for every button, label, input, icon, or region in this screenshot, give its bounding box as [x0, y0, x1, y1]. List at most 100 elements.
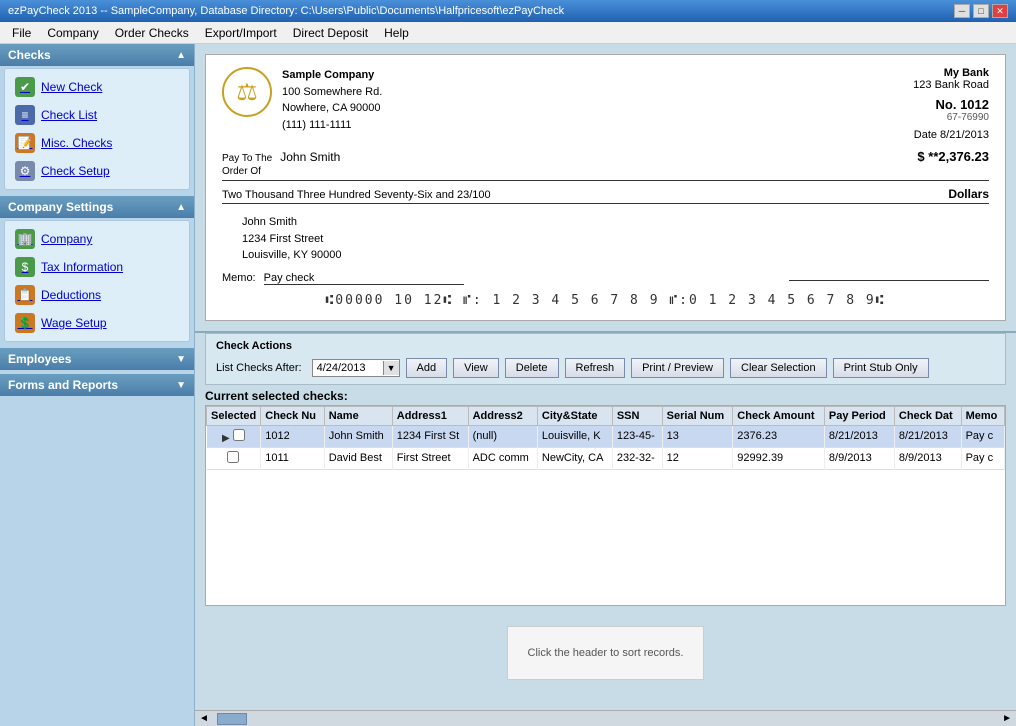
cell-serial-num: 13 [662, 425, 733, 447]
minimize-button[interactable]: ─ [954, 4, 970, 18]
cell-name: John Smith [324, 425, 392, 447]
table-title: Current selected checks: [205, 385, 1006, 405]
sidebar-item-check-setup[interactable]: ⚙ Check Setup [9, 157, 185, 185]
cell-check-amount: 2376.23 [733, 425, 825, 447]
horizontal-scrollbar[interactable]: ◄ ► [195, 710, 1016, 726]
menu-company[interactable]: Company [39, 24, 106, 42]
check-list-icon: ≡ [15, 105, 35, 125]
col-address1[interactable]: Address1 [392, 406, 468, 425]
col-city-state[interactable]: City&State [537, 406, 612, 425]
col-ssn[interactable]: SSN [612, 406, 662, 425]
cell-pay-period: 8/9/2013 [824, 447, 894, 469]
signature-line [789, 280, 989, 281]
col-check-amount[interactable]: Check Amount [733, 406, 825, 425]
cell-check-num: 1012 [261, 425, 324, 447]
sidebar-item-deductions[interactable]: 📋 Deductions [9, 281, 185, 309]
view-button[interactable]: View [453, 358, 499, 378]
sidebar-company-settings-header[interactable]: Company Settings ▲ [0, 196, 194, 218]
sidebar-forms-reports-header[interactable]: Forms and Reports ▼ [0, 374, 194, 396]
sidebar-checks-header[interactable]: Checks ▲ [0, 44, 194, 66]
table-area: Current selected checks: Selected Check … [195, 385, 1016, 711]
col-serial-num[interactable]: Serial Num [662, 406, 733, 425]
tax-icon: $ [15, 257, 35, 277]
company-info: Sample Company 100 Somewhere Rd. Nowhere… [282, 67, 382, 133]
col-address2[interactable]: Address2 [468, 406, 537, 425]
menu-file[interactable]: File [4, 24, 39, 42]
print-stub-only-button[interactable]: Print Stub Only [833, 358, 929, 378]
menu-order-checks[interactable]: Order Checks [107, 24, 197, 42]
payee-address: John Smith 1234 First Street Louisville,… [222, 214, 989, 264]
window-controls[interactable]: ─ □ ✕ [954, 4, 1008, 18]
sidebar: Checks ▲ ✔ New Check ≡ Check List 📝 Misc… [0, 44, 195, 726]
current-row-arrow: ▶ [222, 433, 230, 444]
chevron-up-icon-2: ▲ [176, 202, 186, 213]
menu-direct-deposit[interactable]: Direct Deposit [285, 24, 376, 42]
sidebar-item-check-list[interactable]: ≡ Check List [9, 101, 185, 129]
delete-button[interactable]: Delete [505, 358, 559, 378]
amount-words-row: Two Thousand Three Hundred Seventy-Six a… [222, 187, 989, 204]
payee-name: John Smith [280, 150, 897, 164]
row-select-checkbox[interactable] [233, 429, 245, 441]
menu-help[interactable]: Help [376, 24, 417, 42]
check-actions: Check Actions List Checks After: ▼ Add V… [205, 333, 1006, 385]
list-checks-after-label: List Checks After: [216, 362, 302, 374]
scrollbar-thumb[interactable] [217, 713, 247, 725]
sidebar-item-new-check[interactable]: ✔ New Check [9, 73, 185, 101]
misc-checks-icon: 📝 [15, 133, 35, 153]
main-content: ⚖ Sample Company 100 Somewhere Rd. Nowhe… [195, 44, 1016, 726]
sidebar-item-tax-information[interactable]: $ Tax Information [9, 253, 185, 281]
memo-row: Memo: Pay check [222, 272, 989, 285]
company-icon: 🏢 [15, 229, 35, 249]
sort-hint: Click the header to sort records. [507, 626, 705, 680]
title-bar-text: ezPayCheck 2013 -- SampleCompany, Databa… [8, 5, 564, 17]
refresh-button[interactable]: Refresh [565, 358, 626, 378]
col-name[interactable]: Name [324, 406, 392, 425]
scroll-left-arrow[interactable]: ◄ [195, 713, 213, 724]
date-dropdown-button[interactable]: ▼ [383, 361, 399, 375]
scroll-right-arrow[interactable]: ► [998, 713, 1016, 724]
col-check-num[interactable]: Check Nu [261, 406, 324, 425]
menu-export-import[interactable]: Export/Import [197, 24, 285, 42]
cell-address1: 1234 First St [392, 425, 468, 447]
dollars-label: Dollars [948, 187, 989, 201]
add-button[interactable]: Add [406, 358, 448, 378]
print-preview-button[interactable]: Print / Preview [631, 358, 724, 378]
row-select-checkbox[interactable] [227, 451, 239, 463]
bank-info: My Bank 123 Bank Road No. 1012 67-76990 … [913, 67, 989, 141]
cell-name: David Best [324, 447, 392, 469]
check-paper: ⚖ Sample Company 100 Somewhere Rd. Nowhe… [205, 54, 1006, 321]
memo-label: Memo: [222, 272, 256, 284]
cell-check-num: 1011 [261, 447, 324, 469]
list-checks-after-input[interactable] [313, 360, 383, 376]
check-setup-icon: ⚙ [15, 161, 35, 181]
sidebar-item-misc-checks[interactable]: 📝 Misc. Checks [9, 129, 185, 157]
cell-check-amount: 92992.39 [733, 447, 825, 469]
col-pay-period[interactable]: Pay Period [824, 406, 894, 425]
title-bar: ezPayCheck 2013 -- SampleCompany, Databa… [0, 0, 1016, 22]
main-layout: Checks ▲ ✔ New Check ≡ Check List 📝 Misc… [0, 44, 1016, 726]
amount-words: Two Thousand Three Hundred Seventy-Six a… [222, 189, 938, 201]
col-selected[interactable]: Selected [207, 406, 261, 425]
sidebar-employees-header[interactable]: Employees ▼ [0, 348, 194, 370]
micr-line: ⑆00000 10 12⑆ ⑈: 1 2 3 4 5 6 7 8 9 ⑈:0 1… [222, 293, 989, 308]
clear-selection-button[interactable]: Clear Selection [730, 358, 827, 378]
sidebar-item-company[interactable]: 🏢 Company [9, 225, 185, 253]
check-amount: $ **2,376.23 [917, 149, 989, 164]
cell-check-date: 8/9/2013 [894, 447, 961, 469]
col-memo[interactable]: Memo [961, 406, 1004, 425]
sidebar-company-settings-content: 🏢 Company $ Tax Information 📋 Deductions… [4, 220, 190, 342]
col-check-date[interactable]: Check Dat [894, 406, 961, 425]
close-button[interactable]: ✕ [992, 4, 1008, 18]
maximize-button[interactable]: □ [973, 4, 989, 18]
table-row: ▶ 1012 John Smith 1234 First St (null) L… [207, 425, 1005, 447]
cell-address1: First Street [392, 447, 468, 469]
new-check-icon: ✔ [15, 77, 35, 97]
deductions-icon: 📋 [15, 285, 35, 305]
cell-check-date: 8/21/2013 [894, 425, 961, 447]
sidebar-item-wage-setup[interactable]: 💲 Wage Setup [9, 309, 185, 337]
check-header: ⚖ Sample Company 100 Somewhere Rd. Nowhe… [222, 67, 989, 141]
table-row: 1011 David Best First Street ADC comm Ne… [207, 447, 1005, 469]
checks-table-wrapper[interactable]: Selected Check Nu Name Address1 Address2… [205, 405, 1006, 607]
cell-city-state: NewCity, CA [537, 447, 612, 469]
cell-serial-num: 12 [662, 447, 733, 469]
